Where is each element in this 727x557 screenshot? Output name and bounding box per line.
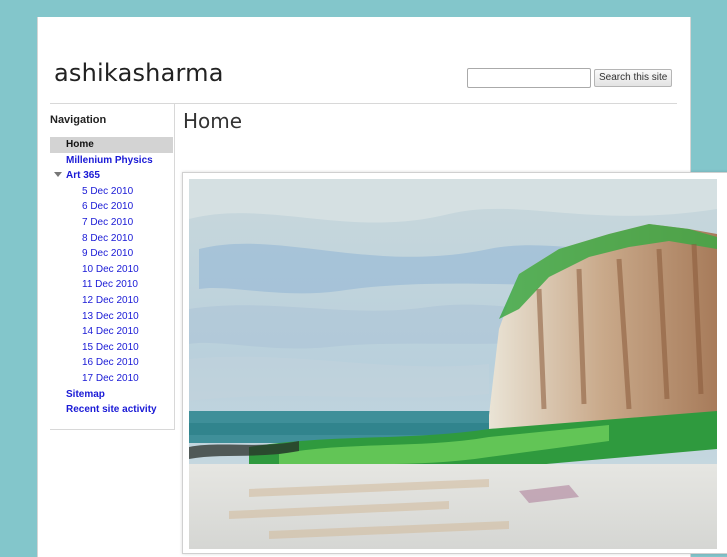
navigation-heading: Navigation — [50, 114, 107, 126]
nav-item-13-dec-2010[interactable]: 13 Dec 2010 — [50, 309, 173, 325]
image-frame — [182, 172, 727, 554]
nav-item-8-dec-2010[interactable]: 8 Dec 2010 — [50, 231, 173, 247]
nav-item-16-dec-2010[interactable]: 16 Dec 2010 — [50, 355, 173, 371]
nav-item-art-365[interactable]: Art 365 — [50, 168, 173, 184]
nav-item-12-dec-2010[interactable]: 12 Dec 2010 — [50, 293, 173, 309]
nav-item-10-dec-2010[interactable]: 10 Dec 2010 — [50, 262, 173, 278]
nav-item-17-dec-2010[interactable]: 17 Dec 2010 — [50, 371, 173, 387]
nav-item-millenium-physics[interactable]: Millenium Physics — [50, 153, 173, 169]
nav-item-6-dec-2010[interactable]: 6 Dec 2010 — [50, 199, 173, 215]
sidebar: Navigation Home Millenium Physics Art 36… — [50, 103, 175, 430]
nav-item-7-dec-2010[interactable]: 7 Dec 2010 — [50, 215, 173, 231]
site-title[interactable]: ashikasharma — [54, 59, 224, 87]
nav-item-home[interactable]: Home — [50, 137, 173, 153]
nav-item-label: Art 365 — [66, 170, 100, 182]
nav-item-14-dec-2010[interactable]: 14 Dec 2010 — [50, 324, 173, 340]
nav-item-11-dec-2010[interactable]: 11 Dec 2010 — [50, 277, 173, 293]
nav-item-recent-site-activity[interactable]: Recent site activity — [50, 402, 173, 418]
expand-triangle-icon[interactable] — [54, 172, 62, 178]
nav-item-9-dec-2010[interactable]: 9 Dec 2010 — [50, 246, 173, 262]
nav-item-5-dec-2010[interactable]: 5 Dec 2010 — [50, 184, 173, 200]
nav-item-sitemap[interactable]: Sitemap — [50, 387, 173, 403]
search-input[interactable] — [467, 68, 591, 88]
nav-item-15-dec-2010[interactable]: 15 Dec 2010 — [50, 340, 173, 356]
search-button[interactable]: Search this site — [594, 69, 673, 87]
navigation-list: Home Millenium Physics Art 365 5 Dec 201… — [50, 137, 173, 418]
watercolor-cliff-painting[interactable] — [189, 179, 717, 549]
page-heading: Home — [183, 109, 243, 133]
